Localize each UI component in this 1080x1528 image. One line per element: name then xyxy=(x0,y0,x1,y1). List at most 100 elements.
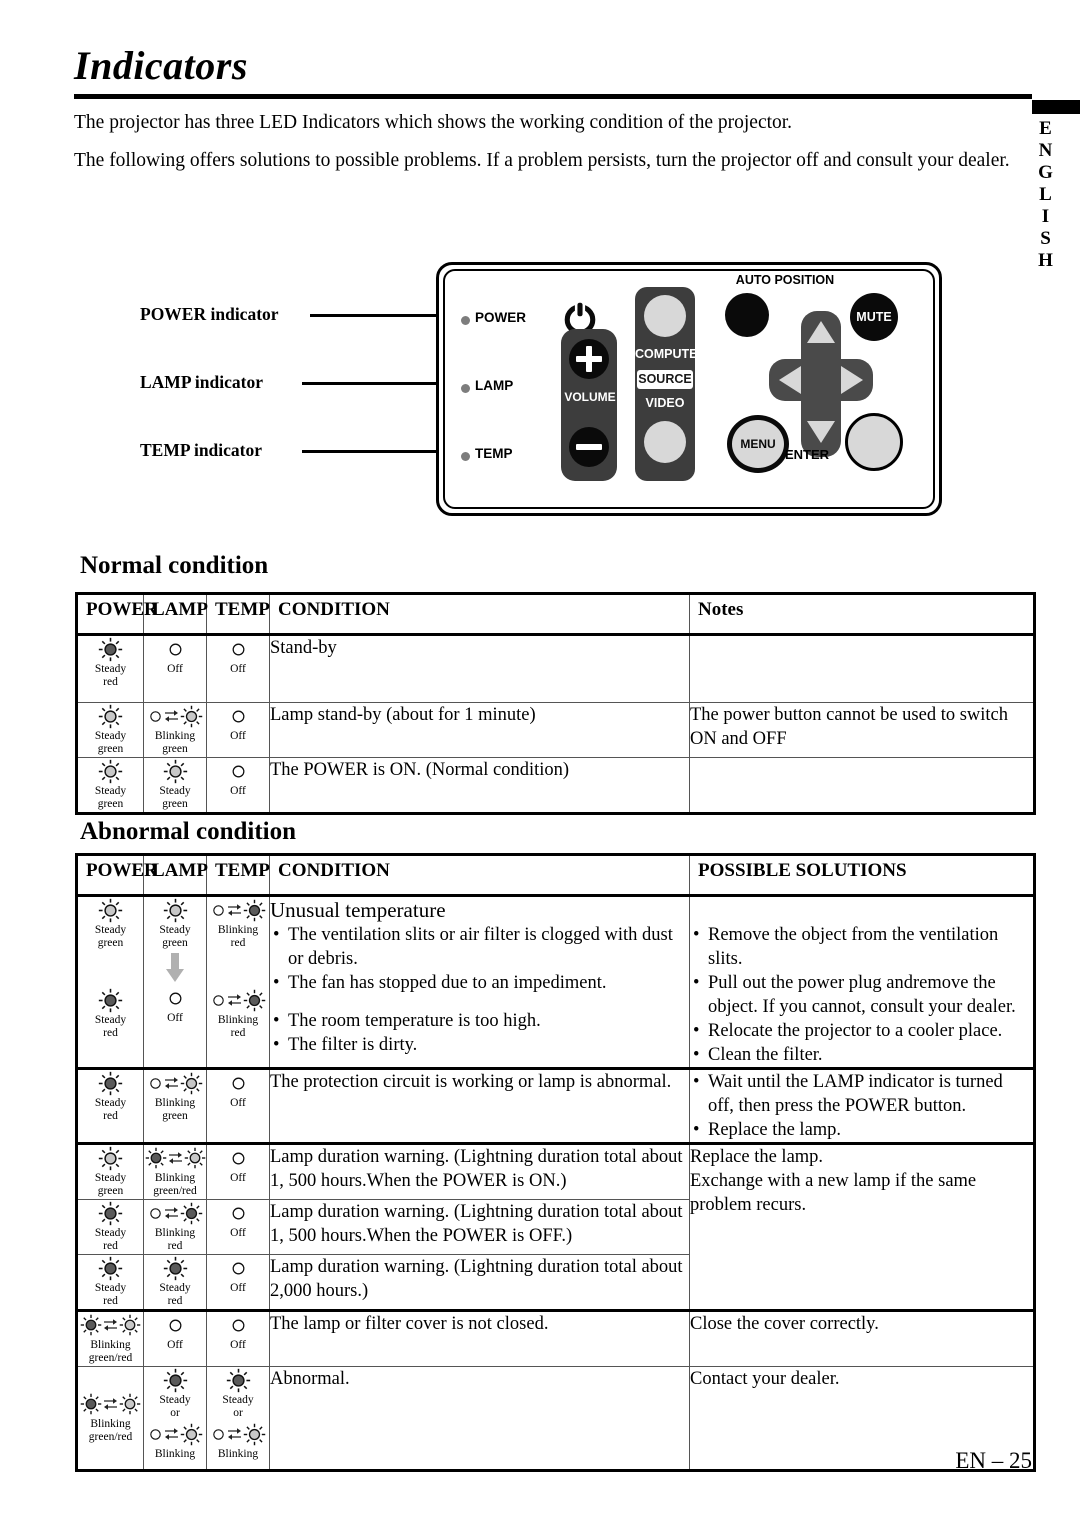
list-item: The fan has stopped due to an impediment… xyxy=(270,971,689,995)
led-state-steady: Steady red xyxy=(95,1070,126,1123)
solutions-text: Remove the object from the ventilation s… xyxy=(689,895,1035,1069)
col-temp: TEMP xyxy=(206,854,270,897)
led-cell-lamp: Steady green Off xyxy=(143,895,207,1069)
led-state-off: Off xyxy=(230,1200,247,1240)
arrow-right-icon[interactable] xyxy=(841,366,863,394)
col-power: POWER xyxy=(76,593,158,636)
list-item: Clean the filter. xyxy=(690,1043,1033,1067)
led-state-steady: Steady green xyxy=(159,758,191,811)
list-item: Relocate the projector to a cooler place… xyxy=(690,1019,1033,1043)
source-label: SOURCE xyxy=(637,370,693,389)
arrow-down-icon[interactable] xyxy=(807,421,835,443)
lamp-led xyxy=(461,384,470,393)
leader-line-power xyxy=(310,314,440,317)
led-cell-temp: Off xyxy=(206,634,270,703)
solutions-text: Close the cover correctly. xyxy=(689,1309,1035,1367)
arrow-left-icon[interactable] xyxy=(779,366,801,394)
table-header-row: POWER LAMP TEMP CONDITION POSSIBLE SOLUT… xyxy=(76,854,1035,897)
condition-text: Lamp duration warning. (Lightning durati… xyxy=(269,1254,690,1311)
col-condition: CONDITION xyxy=(269,854,690,897)
intro-paragraph-1: The projector has three LED Indicators w… xyxy=(74,112,793,133)
led-cell-temp: Off xyxy=(206,702,270,758)
led-state-blinking2: Blinking green/red xyxy=(145,1145,206,1198)
led-cell-power: Steady red xyxy=(76,1067,144,1144)
led-cell-lamp: Blinking green xyxy=(143,702,207,758)
list-item: The filter is dirty. xyxy=(270,1033,689,1057)
led-cell-power: Steady green xyxy=(76,757,144,814)
led-cell-temp: Off xyxy=(206,1254,270,1311)
led-cell-lamp: Blinking green/red xyxy=(143,1142,207,1200)
led-state-steady: Steady red xyxy=(159,1255,191,1308)
condition-text: The protection circuit is working or lam… xyxy=(269,1067,690,1144)
led-cell-power: Steady green xyxy=(76,702,144,758)
led-state-off: Off xyxy=(167,985,184,1025)
condition-text: Lamp duration warning. (Lightning durati… xyxy=(269,1199,690,1255)
enter-button[interactable] xyxy=(845,413,903,471)
led-state-steady: Steady or xyxy=(159,1367,191,1420)
condition-text: Unusual temperature The ventilation slit… xyxy=(269,895,690,1069)
led-cell-lamp: Off xyxy=(143,634,207,703)
led-cell-temp: Off xyxy=(206,1309,270,1367)
led-cell-temp: Off xyxy=(206,1067,270,1144)
table-row: Steadygreen Steadyred Steadygreen Off xyxy=(76,895,1035,1069)
condition-bullets-bottom: The room temperature is too high. The fi… xyxy=(270,1009,689,1057)
led-cell-power: Steady green xyxy=(76,1142,144,1200)
video-label: VIDEO xyxy=(645,396,685,410)
led-cell-lamp: Off xyxy=(143,1309,207,1367)
table-row: Steady red Off Off Stand-by xyxy=(76,634,1035,703)
minus-horizontal xyxy=(576,444,602,450)
normal-condition-table: POWER LAMP TEMP CONDITION Notes Steady re… xyxy=(75,592,1036,815)
col-notes: Notes xyxy=(689,593,1035,636)
auto-position-label: AUTO POSITION xyxy=(735,273,835,287)
auto-position-button[interactable] xyxy=(725,293,769,337)
condition-title: Unusual temperature xyxy=(270,898,446,922)
down-arrow-icon xyxy=(144,951,206,985)
power-led xyxy=(461,316,470,325)
led-state-steady: Steady green xyxy=(95,703,126,756)
enter-label: ENTER xyxy=(785,447,830,462)
led-state-blinking: Blinking red xyxy=(211,987,266,1040)
led-state-steady: Steady green xyxy=(95,897,126,950)
computer-button[interactable] xyxy=(644,295,686,337)
arrow-up-icon[interactable] xyxy=(807,321,835,343)
col-lamp: LAMP xyxy=(143,593,208,636)
led-state-off: Off xyxy=(230,1145,247,1185)
table-row: Steady green Steady green Off The POWER is… xyxy=(76,757,1035,814)
col-temp: TEMP xyxy=(206,593,270,636)
led-cell-lamp: Steady green xyxy=(143,757,207,814)
led-state-steady: Steady green xyxy=(159,897,191,950)
control-panel-diagram: POWER indicator LAMP indicator TEMP indi… xyxy=(130,258,950,516)
table-header-row: POWER LAMP TEMP CONDITION Notes xyxy=(76,593,1035,636)
led-cell-temp: Off xyxy=(206,1142,270,1200)
led-cell-temp: Blinking red Blinking red xyxy=(206,895,270,1069)
led-state-off: Off xyxy=(167,636,184,676)
led-state-steady: Steady red xyxy=(95,987,126,1040)
led-state-blinking: Blinking red xyxy=(211,897,266,950)
led-state-steady: Steady green xyxy=(95,758,126,811)
led-cell-power: Blinking green/red xyxy=(76,1309,144,1367)
led-state-off: Off xyxy=(230,1070,247,1110)
led-state-steady: Steady or xyxy=(222,1367,254,1420)
computer-label: COMPUTER xyxy=(635,347,707,361)
condition-text: The lamp or filter cover is not closed. xyxy=(269,1309,690,1367)
led-state-off: Off xyxy=(230,636,247,676)
led-state-blinking2: Blinking green/red xyxy=(80,1312,141,1365)
led-state-off: Off xyxy=(230,703,247,743)
led-cell-power: Steady green Steady red xyxy=(76,895,144,1069)
col-lamp: LAMP xyxy=(143,854,208,897)
led-state-blinking: Blinking red xyxy=(148,1200,203,1253)
callout-temp-indicator: TEMP indicator xyxy=(140,440,263,460)
volume-label: VOLUME xyxy=(564,390,616,404)
menu-button[interactable]: MENU xyxy=(727,415,789,473)
list-item: The room temperature is too high. xyxy=(270,1009,689,1033)
heading-abnormal-condition: Abnormal condition xyxy=(80,818,297,845)
led-state-blinking2: Blinking green/red xyxy=(80,1391,141,1444)
col-solutions: POSSIBLE SOLUTIONS xyxy=(689,854,1035,897)
solutions-bullets: Wait until the LAMP indicator is turned … xyxy=(690,1070,1033,1142)
manual-page: Indicators ENGLISH The projector has thr… xyxy=(0,0,1080,1528)
condition-text: Lamp duration warning. (Lightning durati… xyxy=(269,1142,690,1200)
leader-line-temp xyxy=(302,450,440,453)
video-button[interactable] xyxy=(644,421,686,463)
power-led-label: POWER xyxy=(475,310,527,325)
condition-bullets-top: The ventilation slits or air filter is c… xyxy=(270,923,689,995)
